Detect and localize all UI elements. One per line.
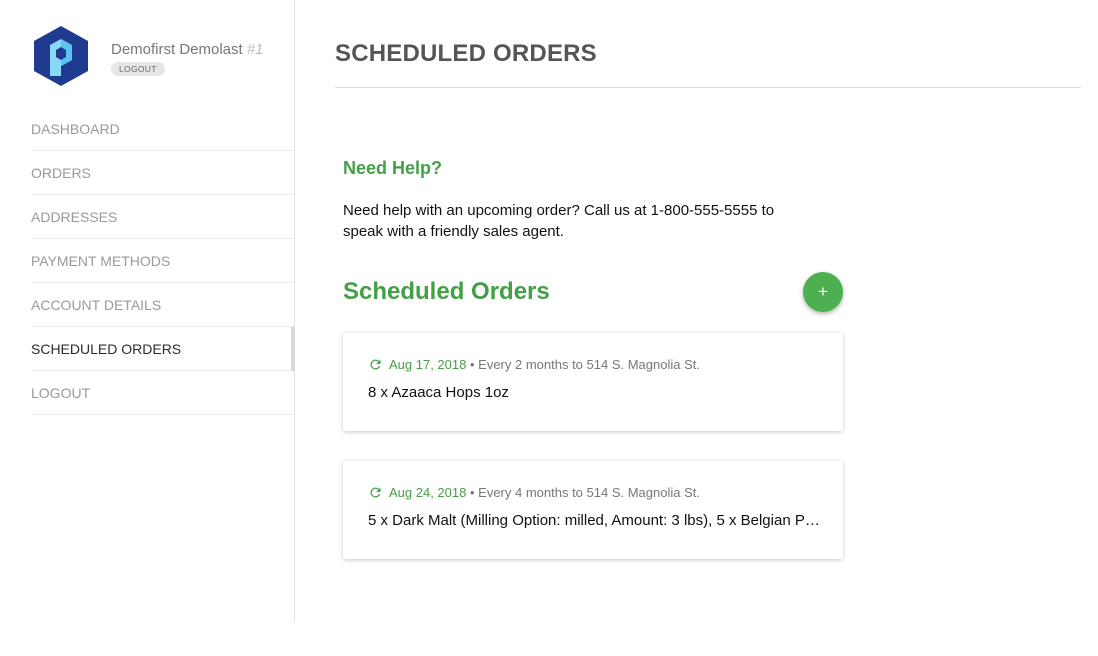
order-date: Aug 24, 2018 xyxy=(389,485,467,500)
logout-badge-button[interactable]: LOGOUT xyxy=(111,62,165,76)
help-title: Need Help? xyxy=(343,158,443,178)
add-scheduled-order-button[interactable]: + xyxy=(803,272,843,312)
refresh-icon xyxy=(370,359,381,370)
sidebar: Demofirst Demolast #1 LOGOUT DASHBOARD OR… xyxy=(0,0,295,622)
order-meta: Aug 24, 2018 • Every 4 months to 514 S. … xyxy=(368,485,700,500)
title-divider xyxy=(335,87,1081,88)
help-text: Need help with an upcoming order? Call u… xyxy=(343,202,775,240)
page-title: SCHEDULED ORDERS xyxy=(335,40,597,67)
user-name-line: Demofirst Demolast #1 xyxy=(111,41,263,58)
order-schedule: • Every 2 months to 514 S. Magnolia St. xyxy=(469,357,700,372)
sidebar-item-addresses[interactable]: ADDRESSES xyxy=(31,195,295,239)
sidebar-item-dashboard[interactable]: DASHBOARD xyxy=(31,107,295,151)
scheduled-order-card[interactable]: Aug 17, 2018 • Every 2 months to 514 S. … xyxy=(343,333,843,431)
order-items: 8 x Azaaca Hops 1oz xyxy=(368,384,509,401)
order-meta: Aug 17, 2018 • Every 2 months to 514 S. … xyxy=(368,357,700,372)
sidebar-item-scheduled-orders[interactable]: SCHEDULED ORDERS xyxy=(31,327,295,371)
user-profile: Demofirst Demolast #1 LOGOUT xyxy=(34,26,284,90)
sidebar-item-account-details[interactable]: ACCOUNT DETAILS xyxy=(31,283,295,327)
scheduled-order-card[interactable]: Aug 24, 2018 • Every 4 months to 514 S. … xyxy=(343,461,843,559)
scheduled-orders-heading: Scheduled Orders xyxy=(343,278,550,305)
order-items: 5 x Dark Malt (Milling Option: milled, A… xyxy=(368,512,823,529)
order-schedule: • Every 4 months to 514 S. Magnolia St. xyxy=(469,485,700,500)
sidebar-item-payment-methods[interactable]: PAYMENT METHODS xyxy=(31,239,295,283)
user-name: Demofirst Demolast xyxy=(111,41,243,58)
user-id: #1 xyxy=(246,41,264,58)
sidebar-item-orders[interactable]: ORDERS xyxy=(31,151,295,195)
refresh-icon xyxy=(370,487,381,498)
order-date: Aug 17, 2018 xyxy=(389,357,467,372)
sidebar-item-logout[interactable]: LOGOUT xyxy=(31,371,295,415)
sidebar-nav: DASHBOARD ORDERS ADDRESSES PAYMENT METHO… xyxy=(31,107,295,415)
brand-logo xyxy=(34,26,88,86)
